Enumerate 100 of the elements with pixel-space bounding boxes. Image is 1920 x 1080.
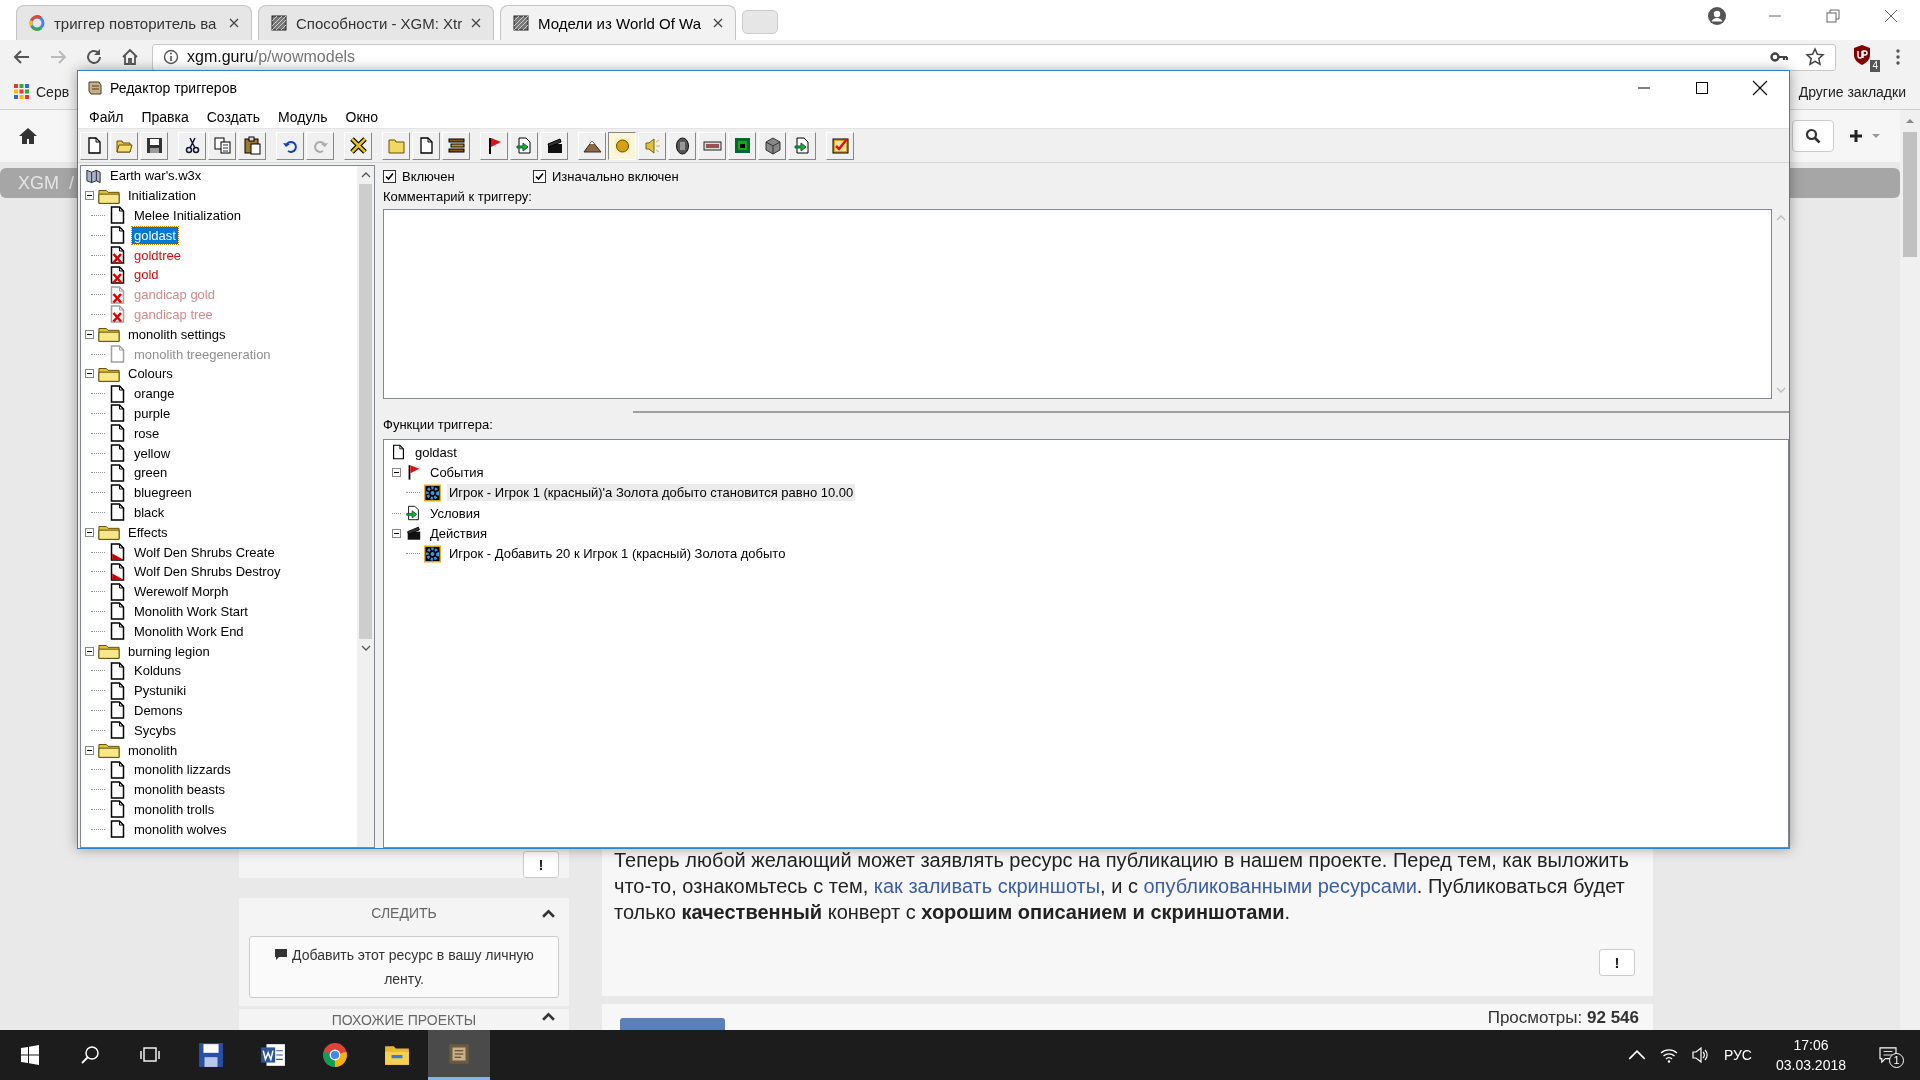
follow-button[interactable]: Добавить этот ресурс в вашу личную ленту. — [249, 936, 559, 998]
link[interactable]: как заливать скриншоты — [873, 875, 1101, 897]
caret-up-icon[interactable] — [542, 1012, 555, 1021]
trigger-item[interactable]: Wolf Den Shrubs Create — [132, 543, 277, 561]
trigger-item[interactable]: Demons — [132, 701, 185, 719]
trigger-item[interactable]: monolith beasts — [132, 781, 228, 799]
restore-icon[interactable] — [1823, 6, 1843, 26]
trigger-item[interactable]: goldtree — [132, 246, 183, 264]
link[interactable]: опубликованными ресурсами — [1143, 875, 1417, 897]
section-item[interactable]: Действия — [428, 524, 489, 542]
checkbox-label[interactable]: Изначально включен — [552, 168, 679, 184]
info-icon[interactable] — [163, 49, 179, 65]
search-button[interactable] — [1792, 120, 1834, 152]
other-bookmarks-link[interactable]: Другие закладки — [1798, 83, 1906, 100]
browser-tab[interactable]: Модели из World Of Wa — [500, 5, 736, 40]
scroll-up-icon[interactable] — [360, 172, 371, 178]
scroll-up-icon[interactable] — [1905, 118, 1915, 124]
collapse-toggle[interactable] — [85, 191, 94, 201]
close-icon[interactable] — [713, 18, 723, 28]
trigger-item[interactable]: Monolith Work Start — [132, 602, 250, 620]
copy-button[interactable] — [208, 131, 236, 160]
trigger-item[interactable]: Wolf Den Shrubs Destroy — [132, 563, 283, 581]
panel-header[interactable]: ПОХОЖИЕ ПРОЕКТЫ — [239, 1009, 569, 1030]
folder-item[interactable]: Effects — [126, 523, 170, 541]
trigger-item[interactable]: orange — [132, 385, 177, 403]
trigger-item[interactable]: Pystuniki — [132, 682, 189, 700]
clock[interactable]: 17:06 03.03.2018 — [1765, 1035, 1856, 1075]
trigger-item[interactable]: monolith lizzards — [132, 761, 233, 779]
home-icon[interactable] — [18, 126, 38, 146]
cut-button[interactable] — [178, 131, 206, 160]
caret-up-icon[interactable] — [542, 908, 555, 918]
trigger-item[interactable]: green — [132, 464, 170, 482]
trigger-item[interactable]: Sycybs — [132, 721, 178, 739]
collapse-toggle[interactable] — [85, 745, 94, 755]
volume-icon[interactable] — [1691, 1047, 1710, 1063]
folder-item[interactable]: Colours — [126, 365, 175, 383]
collapse-toggle[interactable] — [392, 467, 401, 477]
comment-field[interactable] — [383, 209, 1772, 399]
new-trigger-button[interactable] — [412, 131, 440, 160]
folder-item[interactable]: monolith — [126, 741, 180, 759]
open-button[interactable] — [110, 131, 138, 160]
trigger-item[interactable]: monolith trolls — [132, 800, 217, 818]
star-icon[interactable] — [1805, 47, 1825, 67]
browser-tab[interactable]: триггер повторитель ва — [16, 5, 252, 40]
panel-header[interactable]: СЛЕДИТЬ — [239, 898, 569, 928]
folder-item[interactable]: Initialization — [126, 187, 198, 205]
checkbox-label[interactable]: Включен — [402, 168, 455, 184]
notifications-button[interactable]: 1 — [1870, 1040, 1906, 1070]
trigger-item[interactable]: yellow — [132, 444, 173, 462]
trigger-item[interactable]: monolith wolves — [132, 820, 229, 838]
new-comment-button[interactable] — [442, 131, 470, 160]
tree-item[interactable]: Earth war's.w3x — [108, 167, 204, 185]
close-icon[interactable] — [229, 18, 239, 28]
function-item[interactable]: Игрок - Добавить 20 к Игрок 1 (красный) Золота добыто — [447, 545, 788, 563]
bookmark-link[interactable]: Серв — [36, 83, 70, 100]
network-icon[interactable] — [1659, 1047, 1678, 1063]
scrollbar[interactable] — [357, 166, 374, 847]
apps-grid-icon[interactable] — [14, 84, 29, 99]
scroll-down-icon[interactable] — [360, 645, 371, 651]
trigger-item[interactable]: rose — [132, 424, 162, 442]
trigger-item[interactable]: Monolith Work End — [132, 622, 246, 640]
menu-item[interactable]: Окно — [336, 108, 388, 125]
collapse-toggle[interactable] — [85, 369, 94, 379]
new-event-button[interactable] — [480, 131, 508, 160]
folder-item[interactable]: monolith settings — [126, 325, 228, 343]
trigger-item[interactable]: purple — [132, 404, 173, 422]
language-indicator[interactable]: РУС — [1723, 1047, 1752, 1063]
report-button[interactable]: ! — [1599, 949, 1635, 976]
menu-item[interactable]: Модуль — [268, 108, 337, 125]
checkbox[interactable] — [533, 169, 546, 183]
trigger-item[interactable]: bluegreen — [132, 484, 194, 502]
trigger-name[interactable]: goldast — [413, 443, 459, 461]
scroll-thumb[interactable] — [1903, 132, 1917, 257]
trigger-item[interactable]: black — [132, 503, 167, 521]
redo-button[interactable] — [306, 131, 334, 160]
new-action-button[interactable] — [540, 131, 568, 160]
browser-tab[interactable]: Способности - XGM: Xtr — [258, 5, 494, 40]
paste-button[interactable] — [238, 131, 266, 160]
section-item[interactable]: Условия — [428, 504, 483, 522]
trigger-item[interactable]: Melee Initialization — [132, 207, 243, 224]
add-menu-icon[interactable] — [1848, 128, 1882, 144]
new-condition-button[interactable] — [510, 131, 538, 160]
checkbox[interactable] — [383, 169, 396, 183]
section-item[interactable]: События — [428, 463, 486, 481]
function-item[interactable]: Игрок - Игрок 1 (красный)'а Золота добыто становится равно 10.00 — [447, 484, 856, 502]
collapse-toggle[interactable] — [392, 528, 401, 538]
trigger-item[interactable]: goldast — [132, 226, 178, 244]
new-button[interactable] — [80, 131, 108, 160]
address-field[interactable]: xgm.guru/p/wowmodels — [152, 43, 1836, 71]
close-icon[interactable] — [471, 18, 481, 28]
undo-button[interactable] — [276, 131, 304, 160]
folder-item[interactable]: burning legion — [126, 642, 212, 660]
profile-icon[interactable] — [1707, 6, 1727, 26]
collapse-toggle[interactable] — [85, 329, 94, 339]
scroll-thumb[interactable] — [359, 184, 372, 639]
save-button[interactable] — [140, 131, 168, 160]
trigger-item[interactable]: gold — [132, 266, 161, 284]
trigger-item[interactable]: Werewolf Morph — [132, 583, 231, 601]
menu-item[interactable]: Правка — [132, 108, 198, 125]
trigger-item[interactable]: Kolduns — [132, 662, 183, 680]
